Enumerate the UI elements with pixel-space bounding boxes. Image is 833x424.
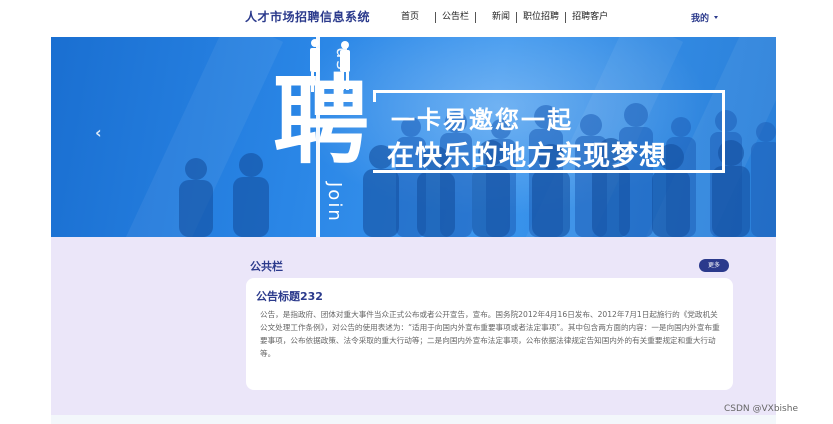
user-menu-label: 我的 (691, 14, 710, 24)
nav-jobs[interactable]: 职位招聘 (517, 11, 565, 23)
watermark-text: CSDN @VXbishe (724, 404, 798, 414)
more-button[interactable]: 更多 (699, 259, 729, 272)
notice-section: 公共栏 更多 公告标题232 公告，是指政府、团体对重大事件当众正式公布或者公开… (51, 237, 776, 415)
banner-big-character: 聘 (273, 65, 369, 177)
banner-slogan-line2: 在快乐的地方实现梦想 (387, 141, 667, 172)
nav-divider (475, 11, 477, 23)
top-nav-bar: 人才市场招聘信息系统 首页 公告栏 新闻 职位招聘 招聘客户 我的 (0, 0, 833, 36)
nav-home[interactable]: 首页 (395, 11, 425, 23)
chevron-down-icon (714, 16, 719, 19)
section-title: 公共栏 (250, 260, 283, 273)
notice-card[interactable]: 公告标题232 公告，是指政府、团体对重大事件当众正式公布或者公开宣告，宣布。国… (246, 278, 733, 390)
nav-notice-board[interactable]: 公告栏 (436, 11, 475, 23)
banner-vertical-text-top: us (332, 47, 353, 72)
nav-news[interactable]: 新闻 (486, 11, 516, 23)
user-menu[interactable]: 我的 (691, 11, 719, 24)
banner-vertical-text-bottom: Join (324, 182, 345, 223)
notice-body: 公告，是指政府、团体对重大事件当众正式公布或者公开宣告，宣布。国务院2012年4… (260, 310, 720, 358)
hero-banner[interactable]: ‹ 聘 一卡易邀您一起 在快乐的地方实现梦想 us Join (51, 37, 776, 237)
notice-title[interactable]: 公告标题232 (256, 288, 323, 304)
main-nav: 首页 公告栏 新闻 职位招聘 招聘客户 (395, 11, 614, 23)
site-title[interactable]: 人才市场招聘信息系统 (245, 8, 370, 25)
banner-prev-arrow[interactable]: ‹ (95, 123, 102, 142)
banner-slogan-line1: 一卡易邀您一起 (391, 106, 573, 134)
nav-clients[interactable]: 招聘客户 (566, 11, 614, 23)
footer-strip (51, 415, 776, 424)
